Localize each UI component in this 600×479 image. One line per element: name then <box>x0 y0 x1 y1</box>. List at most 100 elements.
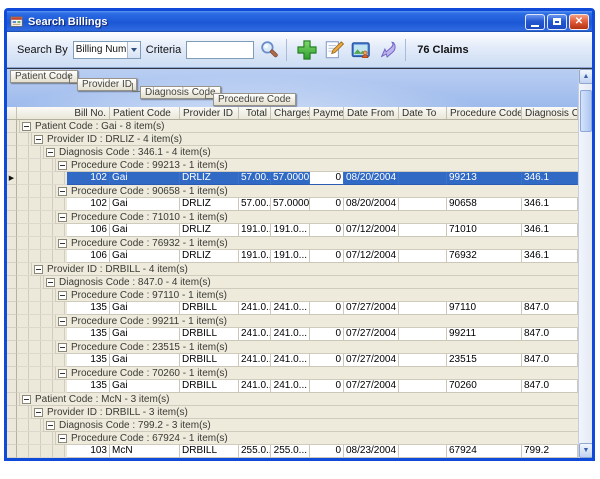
row-indicator[interactable] <box>7 341 17 354</box>
cell-bill_no[interactable]: 106 <box>67 224 110 237</box>
row-indicator[interactable] <box>7 289 17 302</box>
cell-charges[interactable]: 57.0000 <box>271 198 310 211</box>
cell-bill_no[interactable]: 103 <box>67 445 110 458</box>
minimize-button[interactable] <box>525 14 545 30</box>
cell-total[interactable]: 241.0... <box>239 354 271 367</box>
cell-diagnosis_code[interactable]: 799.2 <box>522 445 578 458</box>
cell-procedure_code[interactable]: 76932 <box>447 250 522 263</box>
scroll-up-icon[interactable]: ▲ <box>579 69 592 84</box>
cell-diagnosis_code[interactable]: 346.1 <box>522 198 578 211</box>
collapse-icon[interactable] <box>58 317 67 326</box>
row-indicator[interactable] <box>7 445 17 458</box>
cell-date_from[interactable]: 08/20/2004 <box>344 198 399 211</box>
row-indicator[interactable]: ▶ <box>7 172 17 185</box>
cell-charges[interactable]: 191.0... <box>271 224 310 237</box>
cell-date_from[interactable]: 07/12/2004 <box>344 250 399 263</box>
cell-provider_id[interactable]: DRBILL <box>180 302 239 315</box>
cell-date_to[interactable] <box>399 250 447 263</box>
cell-payments[interactable]: 0 <box>310 380 344 393</box>
row-indicator[interactable] <box>7 237 17 250</box>
cell-procedure_code[interactable]: 90658 <box>447 198 522 211</box>
cell-diagnosis_code[interactable]: 847.0 <box>522 380 578 393</box>
cell-date_to[interactable] <box>399 224 447 237</box>
cell-bill_no[interactable]: 102 <box>67 198 110 211</box>
group-header[interactable]: Procedure Code : 99211 - 1 item(s) <box>55 315 578 328</box>
search-button[interactable] <box>257 38 281 62</box>
cell-payments[interactable]: 0 <box>310 354 344 367</box>
cell-procedure_code[interactable]: 23515 <box>447 354 522 367</box>
patient-image-button[interactable] <box>349 38 373 62</box>
cell-bill_no[interactable]: 102 <box>67 172 110 185</box>
table-row[interactable]: 103McNDRBILL255.0...255.0...008/23/20046… <box>7 445 578 458</box>
scroll-down-icon[interactable]: ▼ <box>579 443 592 458</box>
row-indicator[interactable] <box>7 367 17 380</box>
cell-payments[interactable]: 0 <box>310 445 344 458</box>
row-indicator[interactable] <box>7 146 17 159</box>
column-header-date-from[interactable]: Date From <box>344 107 399 119</box>
cell-provider_id[interactable]: DRBILL <box>180 354 239 367</box>
row-indicator[interactable] <box>7 406 17 419</box>
title-bar[interactable]: Search Billings ✕ <box>7 11 592 32</box>
column-header-procedure-code[interactable]: Procedure Code <box>447 107 522 119</box>
cell-date_to[interactable] <box>399 354 447 367</box>
column-header-provider-id[interactable]: Provider ID <box>180 107 239 119</box>
cell-total[interactable]: 57.00... <box>239 172 271 185</box>
group-row[interactable]: Procedure Code : 90658 - 1 item(s) <box>7 185 578 198</box>
collapse-icon[interactable] <box>34 135 43 144</box>
row-indicator[interactable] <box>7 120 17 133</box>
cell-date_from[interactable]: 07/12/2004 <box>344 224 399 237</box>
cell-total[interactable]: 241.0... <box>239 302 271 315</box>
cell-date_to[interactable] <box>399 198 447 211</box>
cell-diagnosis_code[interactable]: 847.0 <box>522 328 578 341</box>
cell-date_to[interactable] <box>399 445 447 458</box>
collapse-icon[interactable] <box>58 343 67 352</box>
table-row[interactable]: 102GaiDRLIZ57.00...57.0000008/20/2004906… <box>7 198 578 211</box>
search-by-select[interactable]: Billing Number <box>73 41 141 59</box>
group-row[interactable]: Procedure Code : 67924 - 1 item(s) <box>7 432 578 445</box>
cell-procedure_code[interactable]: 67924 <box>447 445 522 458</box>
row-indicator[interactable] <box>7 393 17 406</box>
vertical-scrollbar[interactable]: ▲ ▼ <box>578 69 592 458</box>
column-header-date-to[interactable]: Date To <box>399 107 447 119</box>
cell-diagnosis_code[interactable]: 346.1 <box>522 172 578 185</box>
cell-date_to[interactable] <box>399 302 447 315</box>
cell-total[interactable]: 191.0... <box>239 224 271 237</box>
cell-total[interactable]: 241.0... <box>239 380 271 393</box>
collapse-icon[interactable] <box>58 239 67 248</box>
column-header-charges[interactable]: Charges <box>271 107 310 119</box>
cell-provider_id[interactable]: DRLIZ <box>180 172 239 185</box>
group-header[interactable]: Procedure Code : 71010 - 1 item(s) <box>55 211 578 224</box>
column-header-total[interactable]: Total <box>239 107 271 119</box>
cell-charges[interactable]: 57.0000 <box>271 172 310 185</box>
collapse-icon[interactable] <box>34 408 43 417</box>
column-header-diagnosis-code[interactable]: Diagnosis Code <box>522 107 578 119</box>
navigate-button[interactable] <box>376 38 400 62</box>
cell-bill_no[interactable]: 135 <box>67 354 110 367</box>
cell-procedure_code[interactable]: 99211 <box>447 328 522 341</box>
cell-date_from[interactable]: 07/27/2004 <box>344 354 399 367</box>
cell-bill_no[interactable]: 106 <box>67 250 110 263</box>
group-row[interactable]: Procedure Code : 97110 - 1 item(s) <box>7 289 578 302</box>
cell-patient_code[interactable]: Gai <box>110 224 180 237</box>
group-row[interactable]: Procedure Code : 76932 - 1 item(s) <box>7 237 578 250</box>
cell-patient_code[interactable]: Gai <box>110 250 180 263</box>
collapse-icon[interactable] <box>46 421 55 430</box>
group-row[interactable]: Diagnosis Code : 847.0 - 4 item(s) <box>7 276 578 289</box>
combo-dropdown-button[interactable] <box>127 42 140 58</box>
group-row[interactable]: Patient Code : McN - 3 item(s) <box>7 393 578 406</box>
row-indicator[interactable] <box>7 276 17 289</box>
cell-patient_code[interactable]: McN <box>110 445 180 458</box>
cell-date_to[interactable] <box>399 380 447 393</box>
cell-charges[interactable]: 241.0... <box>271 328 310 341</box>
column-header-bill-no[interactable]: Bill No. <box>17 107 110 119</box>
cell-total[interactable]: 255.0... <box>239 445 271 458</box>
cell-payments[interactable]: 0 <box>310 328 344 341</box>
cell-date_from[interactable]: 08/23/2004 <box>344 445 399 458</box>
row-indicator[interactable] <box>7 419 17 432</box>
group-header[interactable]: Diagnosis Code : 799.2 - 3 item(s) <box>43 419 578 432</box>
cell-patient_code[interactable]: Gai <box>110 328 180 341</box>
group-header[interactable]: Procedure Code : 76932 - 1 item(s) <box>55 237 578 250</box>
cell-date_from[interactable]: 07/27/2004 <box>344 302 399 315</box>
cell-charges[interactable]: 191.0... <box>271 250 310 263</box>
row-indicator[interactable] <box>7 185 17 198</box>
